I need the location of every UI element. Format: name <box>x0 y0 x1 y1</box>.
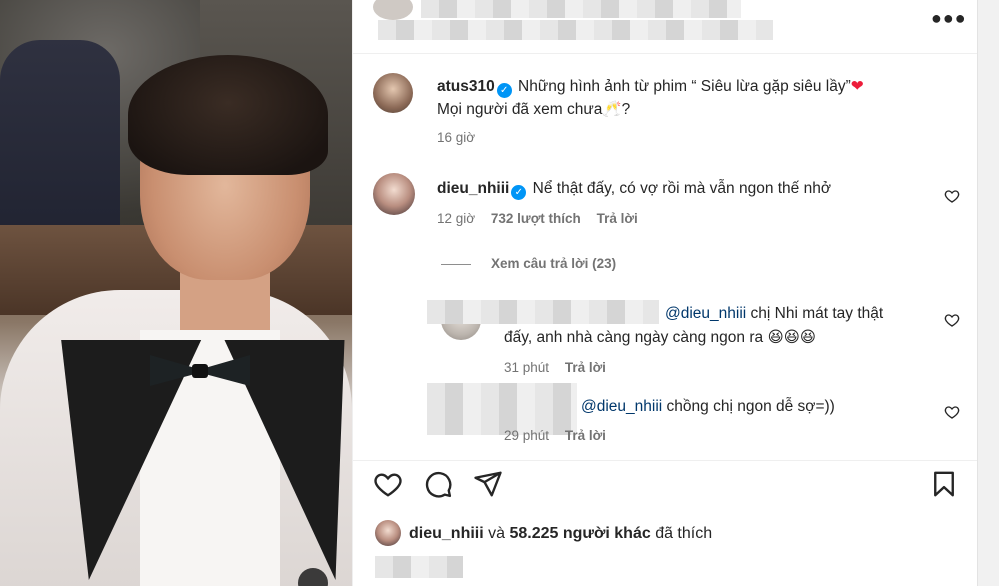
heart-icon[interactable] <box>373 469 403 499</box>
reply-meta: 31 phút Trả lời <box>504 360 606 375</box>
comment: dieu_nhiii ✓ Nể thật đấy, có vợ rồi mà vẫ… <box>437 177 917 200</box>
author-avatar[interactable] <box>373 0 413 20</box>
share-icon[interactable] <box>473 469 503 499</box>
post-detail-panel: ●●● atus310 ✓ Những hình ảnh từ phim “ Si… <box>352 0 978 586</box>
comment-username[interactable]: dieu_nhiii <box>437 180 509 197</box>
reply-time[interactable]: 29 phút <box>504 428 549 443</box>
heart-icon[interactable] <box>944 312 960 328</box>
clinking-glasses-icon: 🥂 <box>602 101 622 118</box>
image-hair <box>128 55 328 175</box>
reply: @dieu_nhiii chị Nhi mát tay thật <box>665 302 935 325</box>
view-replies-label: Xem câu trả lời (23) <box>491 256 617 271</box>
likes-suffix: đã thích <box>655 525 713 542</box>
more-icon[interactable]: ●●● <box>931 8 967 29</box>
image-bowtie <box>150 355 250 386</box>
likes-summary: dieu_nhiii và 58.225 người khác đã thích <box>409 525 712 543</box>
comment-time[interactable]: 12 giờ <box>437 211 475 226</box>
heart-icon[interactable] <box>944 404 960 420</box>
action-bar <box>353 460 978 510</box>
comment-likes[interactable]: 732 lượt thích <box>491 211 581 226</box>
reply-button[interactable]: Trả lời <box>565 428 606 443</box>
caption-end: ? <box>621 101 631 118</box>
caption-line2: Mọi người đã xem chưa <box>437 101 603 118</box>
reply-mention[interactable]: @dieu_nhiii <box>581 398 662 415</box>
laughing-emoji-icon: 😆😆😆 <box>767 329 816 346</box>
verified-badge-icon: ✓ <box>496 83 512 98</box>
comment-meta: 12 giờ 732 lượt thích Trả lời <box>437 211 638 226</box>
comment-text: Nể thật đấy, có vợ rồi mà vẫn ngon thế n… <box>532 180 832 197</box>
reply-text: chồng chị ngon dễ sợ=)) <box>666 398 835 415</box>
heart-icon[interactable] <box>944 188 960 204</box>
scrollbar[interactable] <box>977 0 999 586</box>
author-avatar[interactable] <box>373 73 413 113</box>
blurred-content <box>375 556 463 578</box>
blurred-content <box>421 0 741 18</box>
reply-button[interactable]: Trả lời <box>565 360 606 375</box>
verified-badge-icon: ✓ <box>511 185 527 200</box>
blurred-username <box>427 300 659 324</box>
likes-connector: và <box>488 525 506 542</box>
commenter-avatar[interactable] <box>373 173 415 215</box>
bookmark-icon[interactable] <box>929 469 959 499</box>
reply: @dieu_nhiii chồng chị ngon dễ sợ=)) <box>581 395 941 418</box>
view-replies-button[interactable]: Xem câu trả lời (23) <box>491 256 616 271</box>
red-heart-icon: ❤ <box>850 78 864 95</box>
blurred-content <box>378 20 773 40</box>
reply-text-line1: chị Nhi mát tay thật <box>750 305 884 322</box>
replies-divider <box>441 264 471 265</box>
post-header: ●●● <box>353 0 978 54</box>
reply-text-line2: đấy, anh nhà càng ngày càng ngon ra <box>504 329 764 346</box>
caption: atus310 ✓ Những hình ảnh từ phim “ Siêu l… <box>437 75 947 121</box>
post-image[interactable] <box>0 0 352 586</box>
liker-username[interactable]: dieu_nhiii <box>409 525 484 542</box>
caption-username[interactable]: atus310 <box>437 78 495 95</box>
reply-meta: 29 phút Trả lời <box>504 428 606 443</box>
reply-mention[interactable]: @dieu_nhiii <box>665 305 746 322</box>
reply-time[interactable]: 31 phút <box>504 360 549 375</box>
reply-line2: đấy, anh nhà càng ngày càng ngon ra 😆😆😆 <box>504 326 934 349</box>
likes-count[interactable]: 58.225 người khác <box>509 525 650 542</box>
caption-time[interactable]: 16 giờ <box>437 130 475 145</box>
reply-button[interactable]: Trả lời <box>597 211 638 226</box>
caption-line1: Những hình ảnh từ phim “ Siêu lừa gặp si… <box>518 78 851 95</box>
comment-icon[interactable] <box>423 469 453 499</box>
liker-avatar[interactable] <box>375 520 401 546</box>
